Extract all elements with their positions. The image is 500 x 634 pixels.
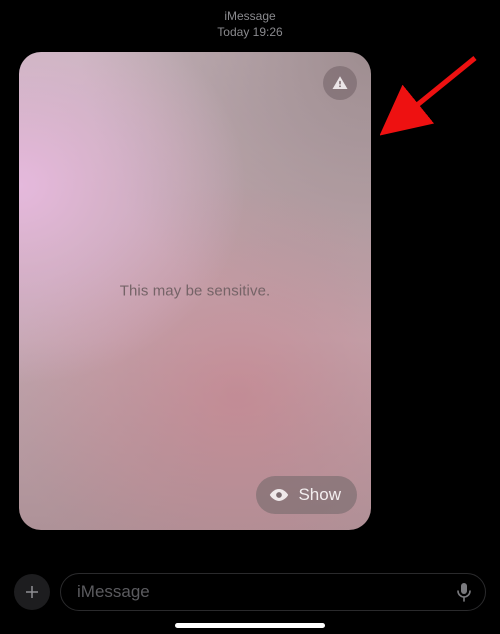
incoming-message-bubble[interactable]: This may be sensitive. Show (19, 52, 371, 530)
plus-icon (23, 583, 41, 601)
sensitive-warning-text: This may be sensitive. (19, 283, 371, 300)
eye-icon (268, 484, 290, 506)
dictation-button[interactable] (453, 581, 475, 603)
message-input[interactable]: iMessage (60, 573, 486, 611)
annotation-arrow (380, 48, 490, 158)
header-timestamp-label: Today 19:26 (0, 24, 500, 40)
compose-bar: iMessage (14, 572, 486, 612)
show-button-label: Show (298, 485, 341, 505)
home-indicator[interactable] (175, 623, 325, 628)
warning-triangle-icon (331, 74, 349, 92)
message-input-placeholder: iMessage (77, 582, 443, 602)
header-service-label: iMessage (0, 8, 500, 24)
show-sensitive-button[interactable]: Show (256, 476, 357, 514)
add-attachment-button[interactable] (14, 574, 50, 610)
conversation-timestamp-header: iMessage Today 19:26 (0, 0, 500, 44)
sensitive-warning-badge[interactable] (323, 66, 357, 100)
mic-icon (456, 582, 472, 602)
